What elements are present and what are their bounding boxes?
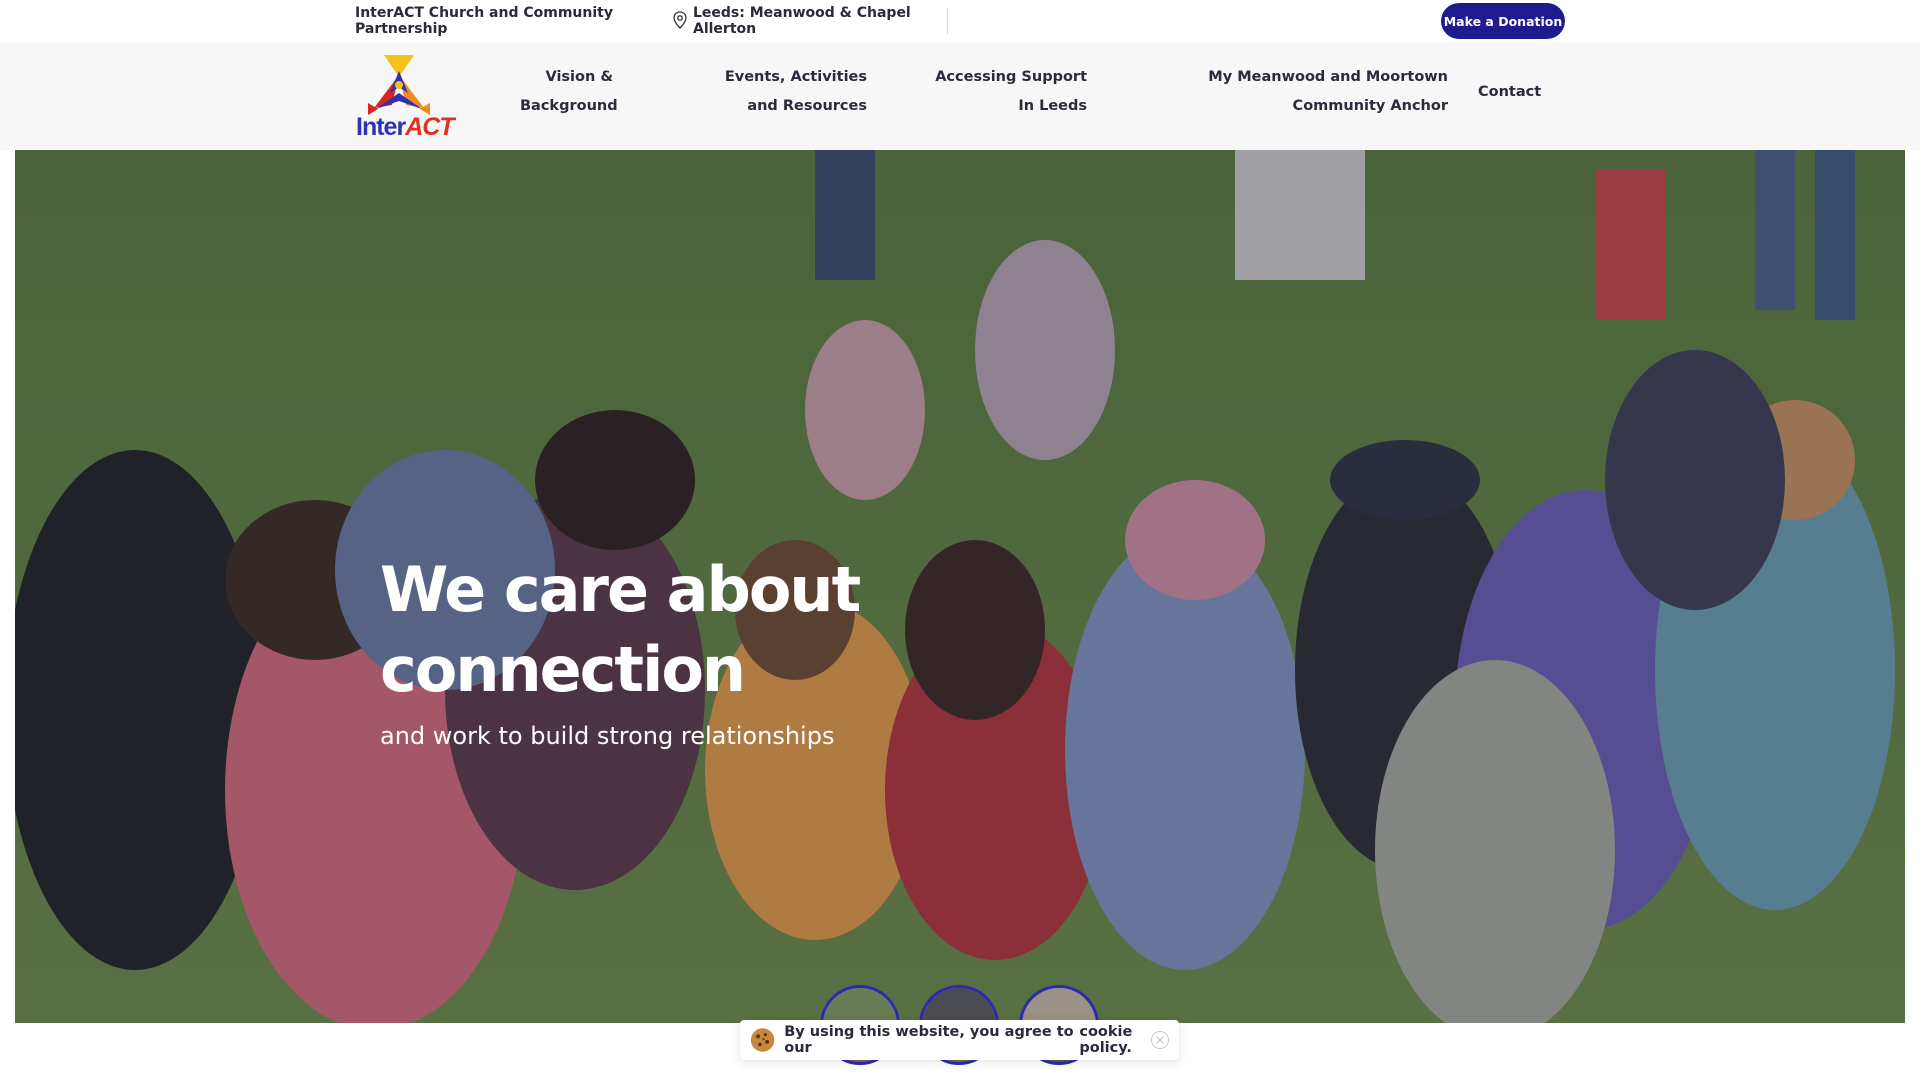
hero-title: We care about connection — [380, 553, 861, 706]
location-info: Leeds: Meanwood & Chapel Allerton — [673, 5, 943, 37]
organisation-name: InterACT Church and Community Partnershi… — [355, 5, 613, 37]
location-text: Leeds: Meanwood & Chapel Allerton — [693, 5, 911, 37]
hero-banner: We care about connection and work to bui… — [15, 150, 1905, 1023]
close-icon[interactable]: ✕ — [1151, 1031, 1169, 1049]
map-pin-icon — [673, 11, 687, 29]
nav-community-anchor[interactable]: My Meanwood and Moortown Community Ancho… — [1150, 63, 1448, 121]
cookie-banner: By using this website, you agree to our … — [740, 1020, 1179, 1060]
logo-wordmark[interactable]: InterACT — [356, 113, 455, 142]
nav-accessing-support[interactable]: Accessing Support In Leeds — [930, 63, 1087, 121]
nav-vision-background[interactable]: Vision & Background — [520, 63, 618, 121]
cookie-text: By using this website, you agree to our — [784, 1024, 1074, 1056]
divider — [947, 8, 948, 34]
make-donation-button[interactable]: Make a Donation — [1441, 3, 1565, 39]
nav-contact[interactable]: Contact — [1478, 78, 1548, 107]
hero-subtitle: and work to build strong relationships — [380, 722, 835, 750]
nav-events-activities-resources[interactable]: Events, Activities and Resources — [704, 63, 867, 121]
cookie-icon — [750, 1028, 775, 1052]
main-header: InterACT Vision & Background Events, Act… — [0, 43, 1920, 150]
top-bar: InterACT Church and Community Partnershi… — [0, 0, 1920, 43]
